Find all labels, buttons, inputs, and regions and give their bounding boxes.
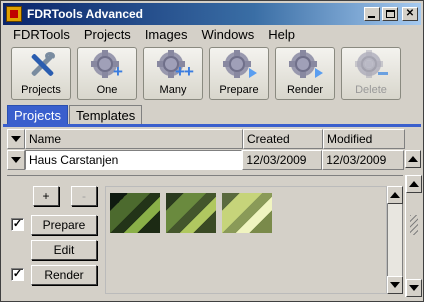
projects-button-label: Projects: [21, 84, 61, 96]
row-expand-toggle[interactable]: [7, 150, 25, 170]
project-detail-panel: + - ✓ Prepare Edit ✓ Render: [7, 175, 403, 297]
table-scroll-up-button[interactable]: [405, 150, 421, 168]
add-image-button[interactable]: +: [33, 186, 59, 206]
gear-render-icon: [287, 50, 323, 82]
render-button[interactable]: Render: [275, 47, 335, 100]
add-one-button[interactable]: + One: [77, 47, 137, 100]
prepare-checkbox[interactable]: ✓: [11, 218, 24, 231]
menu-fdrtools[interactable]: FDRTools: [3, 27, 77, 42]
projects-button[interactable]: Projects: [11, 47, 71, 100]
prepare-button-label: Prepare: [219, 84, 259, 96]
toolbar: Projects + One + + Many Prepare Render D…: [11, 47, 401, 101]
thumbnail-scroll-up-button[interactable]: [387, 186, 403, 204]
menu-help[interactable]: Help: [261, 27, 302, 42]
close-icon: ✕: [405, 8, 415, 19]
chevron-down-icon: [10, 157, 21, 163]
maximize-button[interactable]: [382, 7, 398, 21]
table-row[interactable]: Haus Carstanjen 12/03/2009 12/03/2009: [7, 150, 421, 170]
project-modified-cell: 12/03/2009: [322, 150, 405, 170]
outer-scroll-up-button[interactable]: [406, 175, 422, 193]
table-header-row: Name Created Modified: [7, 129, 421, 149]
column-header-modified[interactable]: Modified: [323, 129, 405, 149]
delete-button[interactable]: Delete: [341, 47, 401, 100]
menu-bar: FDRTools Projects Images Windows Help: [3, 25, 421, 43]
chevron-down-icon: [11, 136, 21, 142]
add-many-button-label: Many: [159, 84, 187, 96]
maximize-icon: [386, 10, 395, 18]
menu-images[interactable]: Images: [138, 27, 195, 42]
gear-add-many-icon: + +: [155, 50, 194, 82]
project-name-field[interactable]: Haus Carstanjen: [24, 150, 243, 170]
delete-button-label: Delete: [355, 84, 387, 96]
title-bar[interactable]: FDRTools Advanced ✕: [3, 3, 421, 25]
chevron-up-icon: [409, 181, 419, 187]
render-button-label: Render: [286, 84, 324, 96]
chevron-up-icon: [390, 192, 400, 198]
menu-projects[interactable]: Projects: [77, 27, 138, 42]
image-thumbnail-area: [105, 186, 387, 294]
image-thumbnail[interactable]: [222, 193, 272, 233]
app-icon: [6, 6, 22, 22]
chevron-up-icon: [408, 156, 419, 162]
header-expand-toggle[interactable]: [7, 129, 25, 149]
column-header-created[interactable]: Created: [243, 129, 323, 149]
tools-icon: [23, 50, 59, 82]
tab-bar: Projects Templates: [7, 105, 143, 125]
edit-button[interactable]: Edit: [31, 240, 97, 260]
projects-table: Name Created Modified Haus Carstanjen 12…: [7, 129, 421, 170]
window-title: FDRTools Advanced: [27, 7, 144, 21]
image-thumbnail[interactable]: [110, 193, 160, 233]
column-header-name[interactable]: Name: [25, 129, 243, 149]
resize-grip-icon[interactable]: [410, 215, 418, 235]
render-action-button[interactable]: Render: [31, 265, 97, 285]
minimize-button[interactable]: [364, 7, 380, 21]
image-thumbnail[interactable]: [166, 193, 216, 233]
gear-delete-icon: [353, 50, 389, 82]
thumbnail-scroll-down-button[interactable]: [387, 276, 403, 294]
prepare-action-button[interactable]: Prepare: [31, 215, 97, 235]
minimize-icon: [368, 16, 375, 18]
app-window: FDRTools Advanced ✕ FDRTools Projects Im…: [0, 0, 424, 302]
close-button[interactable]: ✕: [402, 7, 418, 21]
project-created-cell: 12/03/2009: [242, 150, 323, 170]
outer-scrollbar[interactable]: [405, 175, 422, 297]
tab-underline: [3, 124, 421, 127]
gear-add-one-icon: +: [89, 50, 125, 82]
chevron-down-icon: [409, 285, 419, 291]
tab-templates[interactable]: Templates: [68, 105, 143, 125]
prepare-button[interactable]: Prepare: [209, 47, 269, 100]
outer-scroll-down-button[interactable]: [406, 279, 422, 297]
add-one-button-label: One: [96, 84, 118, 96]
gear-prepare-icon: [221, 50, 257, 82]
remove-image-button[interactable]: -: [71, 186, 97, 206]
add-many-button[interactable]: + + Many: [143, 47, 203, 100]
render-checkbox[interactable]: ✓: [11, 268, 24, 281]
thumbnail-scrollbar[interactable]: [387, 186, 403, 294]
chevron-down-icon: [390, 282, 400, 288]
tab-projects[interactable]: Projects: [7, 105, 68, 125]
menu-windows[interactable]: Windows: [194, 27, 261, 42]
